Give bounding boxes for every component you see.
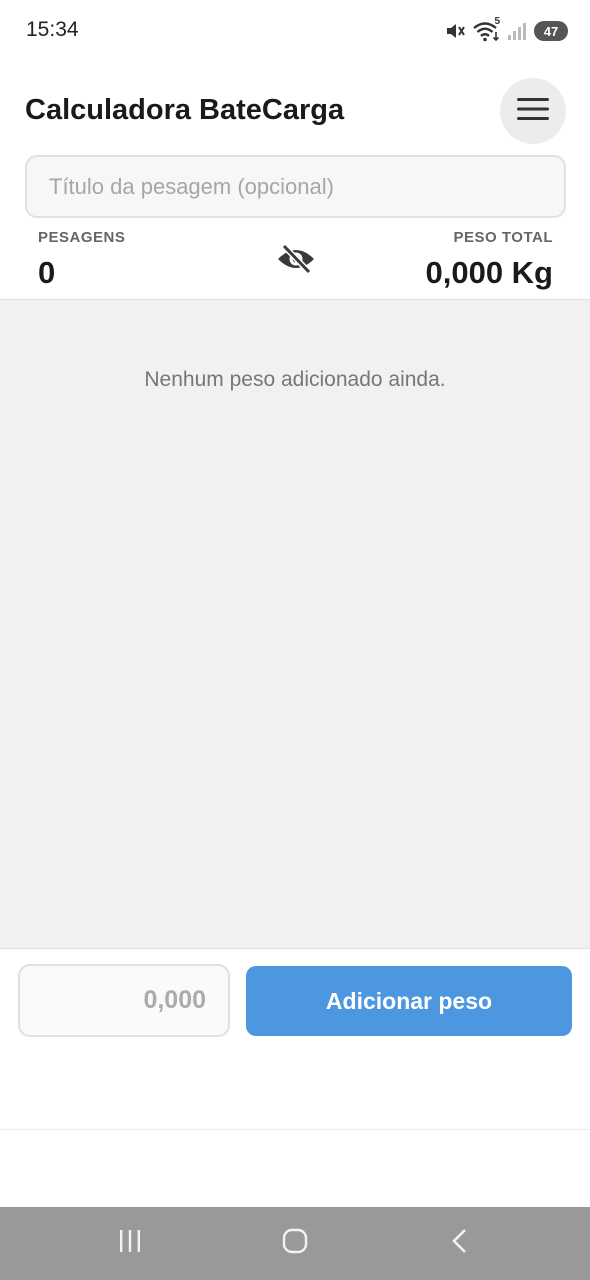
weight-input[interactable]	[18, 964, 230, 1037]
empty-list-message: Nenhum peso adicionado ainda.	[144, 368, 446, 391]
hamburger-menu-icon	[517, 97, 549, 126]
divider	[0, 1129, 590, 1130]
battery-icon: 47	[534, 21, 568, 41]
recent-apps-icon	[117, 1228, 143, 1259]
home-icon	[281, 1227, 309, 1260]
mute-icon	[444, 20, 466, 42]
recent-apps-button[interactable]	[90, 1207, 170, 1280]
wifi-icon: 5	[472, 16, 500, 42]
eye-off-icon	[276, 243, 316, 279]
weighing-title-input[interactable]	[25, 155, 566, 218]
toggle-visibility-button[interactable]	[274, 242, 318, 280]
status-bar: 15:34 5 47	[0, 0, 590, 62]
back-button[interactable]	[420, 1207, 500, 1280]
menu-button[interactable]	[500, 78, 566, 144]
signal-icon	[506, 20, 528, 42]
add-weight-button[interactable]: Adicionar peso	[246, 966, 572, 1036]
status-icons: 5 47	[444, 16, 568, 44]
back-icon	[448, 1227, 472, 1260]
weighings-list[interactable]: Nenhum peso adicionado ainda.	[0, 299, 590, 949]
wifi-label: 5	[494, 16, 500, 27]
count-value: 0	[38, 255, 56, 290]
home-button[interactable]	[255, 1207, 335, 1280]
system-nav-bar	[0, 1207, 590, 1280]
app-title: Calculadora BateCarga	[25, 94, 345, 126]
total-value: 0,000 Kg	[425, 255, 553, 290]
total-label: PESO TOTAL	[453, 229, 553, 246]
status-time: 15:34	[26, 18, 79, 41]
count-label: PESAGENS	[38, 229, 126, 246]
